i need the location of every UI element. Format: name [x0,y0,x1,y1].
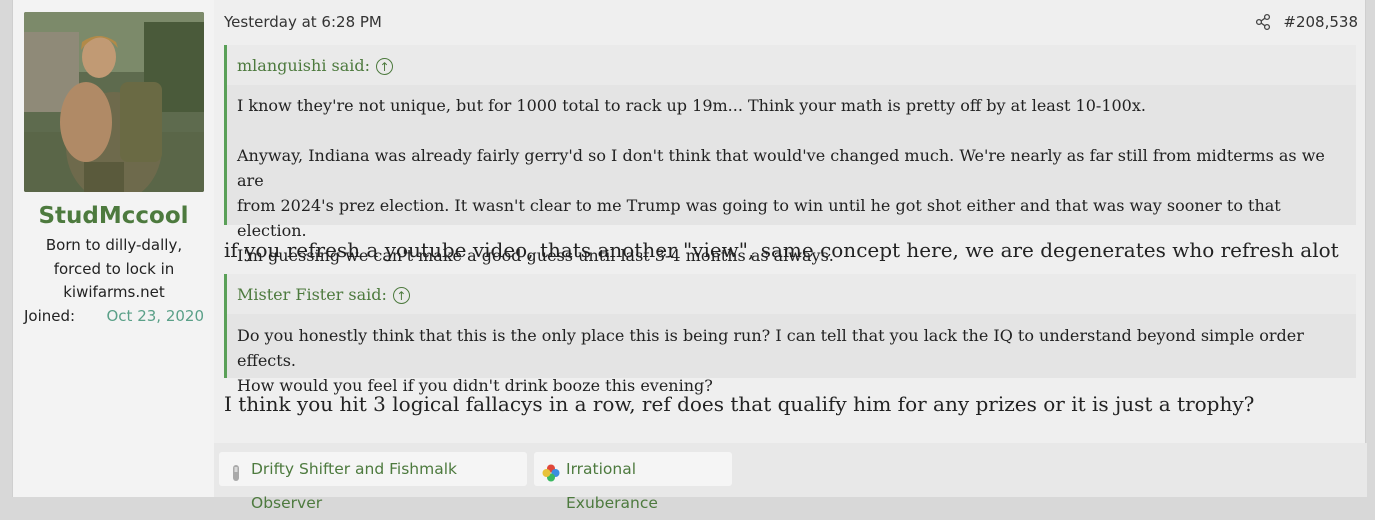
quote-header: mlanguishi said: ↑ [227,45,1356,85]
avatar[interactable] [24,12,204,192]
user-title-line: forced to lock in [53,259,175,278]
share-icon[interactable] [1254,13,1272,31]
user-title-line: Born to dilly-dally, [45,236,183,254]
reactions-bar: Drifty Shifter and Fishmalk Observer Irr… [214,443,1367,512]
user-title: Born to dilly-dally, forced to lock in k… [24,234,204,305]
arrow-up-circle-icon[interactable]: ↑ [376,58,394,75]
reply-text: if you refresh a youtube video, thats an… [224,238,1339,262]
quote-paragraph: Do you honestly think that this is the o… [237,326,1304,395]
joined-label: Joined: [24,307,76,325]
quote-author-link[interactable]: Mister Fister said: [237,285,387,304]
user-title-line: kiwifarms.net [63,283,165,301]
quote-body: Do you honestly think that this is the o… [227,323,1356,398]
post-main: Yesterday at 6:28 PM #208,538 mlanguishi… [214,0,1367,512]
reaction-drifty-shifter[interactable]: Drifty Shifter and Fishmalk Observer [219,452,527,512]
reaction-irrational-exuberance[interactable]: Irrational Exuberance [534,452,732,512]
quote-paragraph: I know they're not unique, but for 1000 … [237,96,1146,115]
post-date[interactable]: Yesterday at 6:28 PM [224,13,382,31]
drifty-shifter-icon [227,460,245,481]
avatar-photo [24,12,204,192]
joined-date: Oct 23, 2020 [106,307,205,325]
reaction-label: Irrational Exuberance [566,460,658,512]
quote-header: Mister Fister said: ↑ [227,274,1356,314]
forum-post: StudMccool Born to dilly-dally, forced t… [12,0,1367,512]
arrow-up-circle-icon[interactable]: ↑ [392,287,410,304]
user-panel: StudMccool Born to dilly-dally, forced t… [13,0,214,497]
post-number-link[interactable]: #208,538 [1283,13,1358,31]
quote-author-link[interactable]: mlanguishi said: [237,56,370,75]
username[interactable]: StudMccool [13,203,214,229]
quote-block: mlanguishi said: ↑ I know they're not uni… [224,45,1356,265]
quote-block: Mister Fister said: ↑ Do you honestly thi… [224,274,1356,395]
reply-text: I think you hit 3 logical fallacys in a … [224,392,1255,416]
puzzle-icon [542,460,560,482]
reaction-label: Drifty Shifter and Fishmalk Observer [251,460,458,512]
